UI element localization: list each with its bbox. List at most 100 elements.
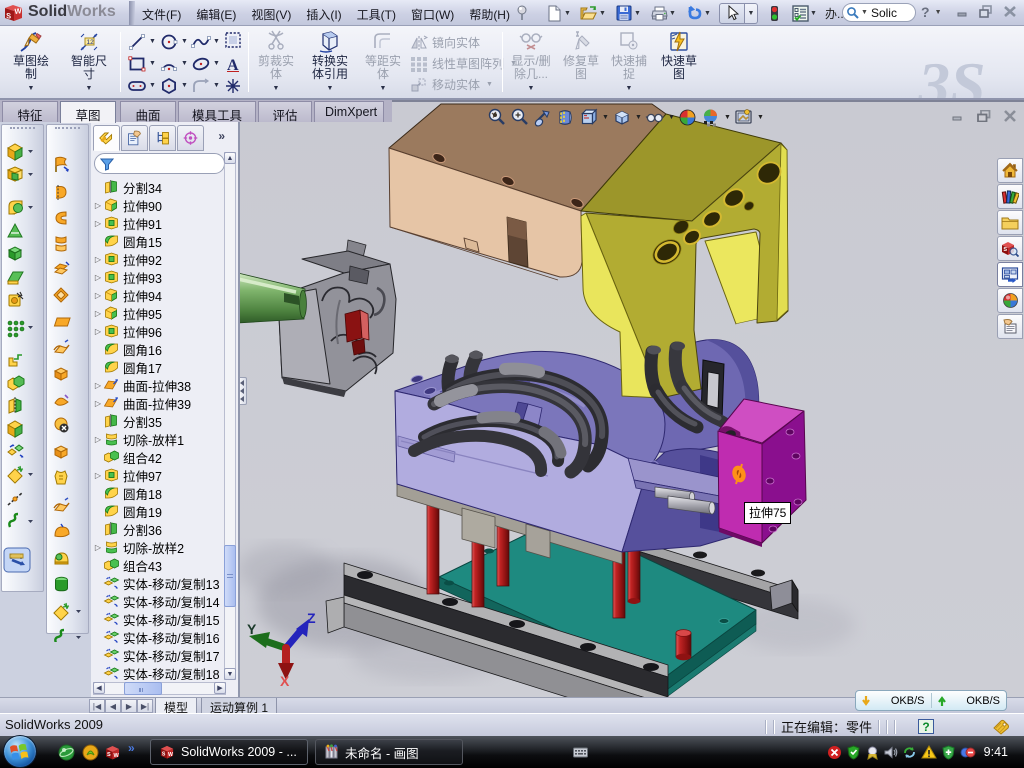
view-orientation-dropdown-icon[interactable]: ▼ [602,114,610,121]
tray-keyboard-icon[interactable] [573,747,588,758]
display-style-icon[interactable] [612,108,631,127]
move-entities-dropdown-icon[interactable]: ▼ [486,81,493,88]
expand-arrow-icon[interactable]: ▷ [93,435,103,444]
view-settings-icon[interactable] [734,108,753,127]
tray-volume-icon[interactable] [884,745,898,760]
sketch-fillet-dropdown-icon[interactable]: ▼ [213,75,221,96]
polygon-tool[interactable] [158,75,180,96]
help-icon[interactable]: ? [921,4,930,20]
tree-item[interactable]: 组合43 [93,556,226,574]
quicklaunch-app-icon[interactable] [82,744,99,761]
tree-item[interactable]: 圆角15 [93,232,226,250]
view-settings-dropdown-icon[interactable]: ▼ [757,114,765,121]
tab-mold-tools[interactable]: 模具工具 [178,101,256,122]
print-dropdown-icon[interactable]: ▼ [669,3,678,23]
tab-evaluate[interactable]: 评估 [258,101,312,122]
doc-restore-icon[interactable] [977,110,991,122]
nav-prev-icon[interactable]: ◀ [105,699,121,713]
circle-tool[interactable] [158,31,180,52]
edit-appearance-icon[interactable] [678,108,697,127]
vertical-scroll-thumb[interactable] [224,545,236,607]
tab-model[interactable]: 模型 [155,698,197,714]
undo-icon[interactable] [684,3,704,23]
section-view-icon[interactable] [556,108,575,127]
tray-shield-icon[interactable] [846,745,861,760]
sketch-fillet-tool[interactable] [190,75,212,96]
model-part-magenta-block[interactable] [718,399,806,547]
search-dropdown-icon[interactable]: ▼ [861,9,868,16]
quick-snaps-dropdown-icon[interactable]: ▼ [606,82,652,95]
tree-item[interactable]: 分割36 [93,520,226,538]
expand-arrow-icon[interactable]: ▷ [93,309,103,318]
display-style-dropdown-icon[interactable]: ▼ [635,114,643,121]
arc-dropdown-icon[interactable]: ▼ [181,53,189,74]
tree-item[interactable]: ▷拉伸90 [93,196,226,214]
tray-security-alert-icon[interactable] [827,745,842,760]
arc-tool[interactable] [158,53,180,74]
panel-chevron-icon[interactable]: » [218,129,225,143]
expand-arrow-icon[interactable]: ▷ [93,201,103,210]
taskpane-search-button[interactable]: S [997,236,1023,261]
nav-first-icon[interactable]: |◀ [89,699,105,713]
taskpane-custom-properties-button[interactable] [997,314,1023,339]
tree-item[interactable]: ▷拉伸94 [93,286,226,304]
tree-item[interactable]: 实体-移动/复制14 [93,592,226,610]
slot-tool[interactable] [126,75,148,96]
tab-features[interactable]: 特征 [2,101,58,122]
taskpane-file-explorer-button[interactable] [997,210,1023,235]
quicklaunch-solidworks-icon[interactable]: SW [104,744,121,761]
display-delete-relations-button[interactable]: 显示/删除几... ▼ [506,28,556,96]
tab-propertymanager[interactable] [121,125,148,151]
status-help-icon[interactable]: ? [918,719,934,734]
tray-shield-plus-icon[interactable] [941,745,956,760]
offset-entities-button[interactable]: 等距实体 ▼ [360,28,406,96]
spline-tool[interactable] [190,31,212,52]
tree-item[interactable]: ▷拉伸97 [93,466,226,484]
line-tool[interactable] [126,31,148,52]
smart-dimension-dropdown-icon[interactable]: ▼ [62,82,116,95]
minimize-icon[interactable] [956,5,969,18]
hide-show-dropdown-icon[interactable]: ▼ [668,114,676,121]
save-icon[interactable] [614,3,634,23]
quick-snaps-button[interactable]: 快速捕捉 ▼ [606,28,652,96]
open-icon[interactable] [579,3,599,23]
nav-next-icon[interactable]: ▶ [121,699,137,713]
taskpane-design-library-button[interactable] [997,184,1023,209]
new-dropdown-icon[interactable]: ▼ [564,3,573,23]
status-tag-icon[interactable] [992,719,1010,735]
expand-arrow-icon[interactable]: ▷ [93,291,103,300]
tab-featuremanager[interactable] [93,125,120,151]
tree-item[interactable]: ▷切除-放样2 [93,538,226,556]
taskpane-home-button[interactable] [997,158,1023,183]
offset-dropdown-icon[interactable]: ▼ [360,82,406,95]
pin-icon[interactable] [512,3,532,23]
tree-item[interactable]: 分割35 [93,412,226,430]
tree-filter-box[interactable] [94,153,225,174]
menu-file[interactable]: 文件(F) [139,5,184,23]
help-dropdown-icon[interactable]: ▼ [935,9,942,16]
menu-view[interactable]: 视图(V) [248,5,294,23]
tree-item[interactable]: ▷曲面-拉伸38 [93,376,226,394]
horizontal-scroll-thumb[interactable] [124,682,162,695]
tree-item[interactable]: 实体-移动/复制17 [93,646,226,664]
view-orientation-icon[interactable] [579,108,598,127]
search-input[interactable]: Solic [871,6,897,20]
linear-pattern-button[interactable]: 线性草图阵列 ▼ [410,53,520,74]
spline-dropdown-icon[interactable]: ▼ [213,31,221,52]
tree-item[interactable]: 实体-移动/复制18 [93,664,226,680]
tree-item[interactable]: ▷拉伸93 [93,268,226,286]
taskbar-task-solidworks[interactable]: SW SolidWorks 2009 - ... [150,739,308,765]
print-icon[interactable] [649,3,669,23]
taskbar-task-paint[interactable]: 未命名 - 画图 [315,739,463,765]
tray-messenger-icon[interactable] [960,745,976,760]
menu-tools[interactable]: 工具(T) [354,5,399,23]
line-dropdown-icon[interactable]: ▼ [149,31,157,52]
tab-configurationmanager[interactable] [149,125,176,151]
menu-insert[interactable]: 插入(I) [303,5,344,23]
tab-dimxpertmanager[interactable] [177,125,204,151]
expand-arrow-icon[interactable]: ▷ [93,273,103,282]
slot-dropdown-icon[interactable]: ▼ [149,75,157,96]
traffic-light-icon[interactable] [764,3,784,23]
expand-arrow-icon[interactable]: ▷ [93,219,103,228]
select-tool-button[interactable] [719,3,745,24]
